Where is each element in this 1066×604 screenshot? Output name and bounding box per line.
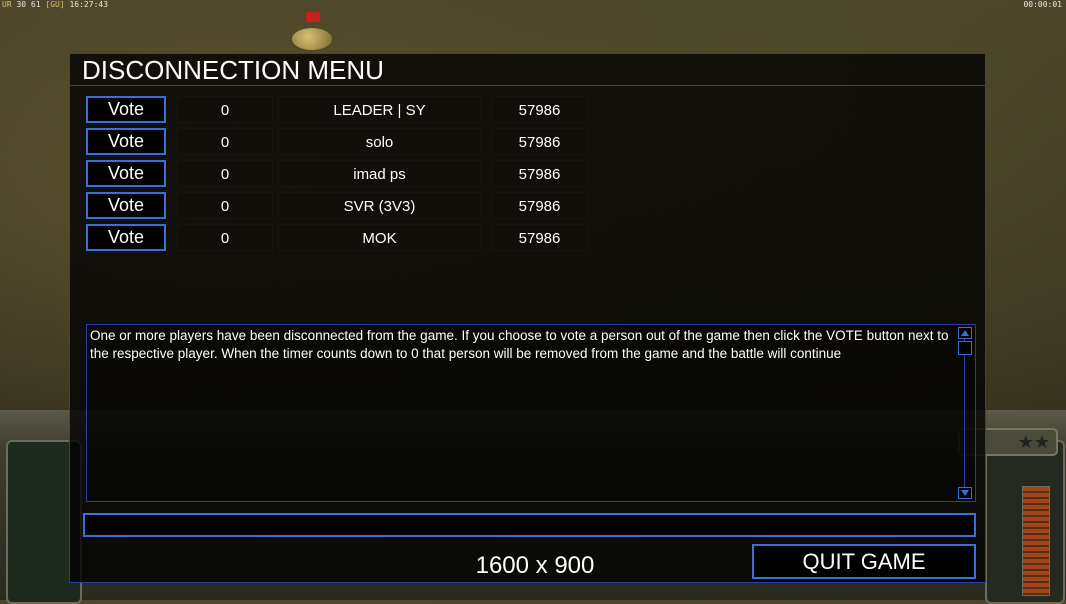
player-name: LEADER | SY <box>278 96 481 123</box>
chat-input[interactable] <box>83 513 976 537</box>
vote-button[interactable]: Vote <box>86 224 166 251</box>
scroll-down-icon[interactable] <box>958 487 972 499</box>
flag-icon <box>306 12 320 22</box>
vote-count: 0 <box>177 192 273 219</box>
vote-button[interactable]: Vote <box>86 192 166 219</box>
disconnection-dialog: DISCONNECTION MENU Vote 0 LEADER | SY 57… <box>69 53 986 583</box>
vote-count: 0 <box>177 224 273 251</box>
vote-button[interactable]: Vote <box>86 160 166 187</box>
dialog-title-bar: DISCONNECTION MENU <box>70 54 985 86</box>
hud-stats: 30 61 <box>16 0 41 9</box>
player-name: MOK <box>278 224 481 251</box>
power-meter <box>1022 486 1050 596</box>
message-scrollbar[interactable] <box>957 325 973 501</box>
vote-count: 0 <box>177 160 273 187</box>
player-name: SVR (3V3) <box>278 192 481 219</box>
hud-clock: 16:27:43 <box>69 0 109 9</box>
vote-count: 0 <box>177 96 273 123</box>
player-ping: 57986 <box>491 224 588 251</box>
scroll-track <box>964 339 965 487</box>
scroll-thumb[interactable] <box>958 341 972 355</box>
hud-tag: [GU] <box>45 0 65 9</box>
dialog-title: DISCONNECTION MENU <box>82 55 384 85</box>
vote-count: 0 <box>177 128 273 155</box>
hud-fps-readout: UR 30 61 [GU] 16:27:43 <box>2 0 108 9</box>
player-ping: 57986 <box>491 192 588 219</box>
player-ping: 57986 <box>491 128 588 155</box>
hud-prefix: UR <box>2 0 12 9</box>
player-ping: 57986 <box>491 96 588 123</box>
resolution-label: 1600 x 900 <box>475 552 595 579</box>
quit-game-button[interactable]: QUIT GAME <box>752 544 976 579</box>
player-ping: 57986 <box>491 160 588 187</box>
player-name: imad ps <box>278 160 481 187</box>
vote-button[interactable]: Vote <box>86 128 166 155</box>
disconnect-message: One or more players have been disconnect… <box>90 328 949 361</box>
message-box: One or more players have been disconnect… <box>86 324 976 502</box>
vote-button[interactable]: Vote <box>86 96 166 123</box>
player-name: solo <box>278 128 481 155</box>
building-sprite <box>292 28 332 50</box>
scroll-up-icon[interactable] <box>958 327 972 339</box>
hud-game-timer: 00:00:01 <box>1023 0 1062 9</box>
